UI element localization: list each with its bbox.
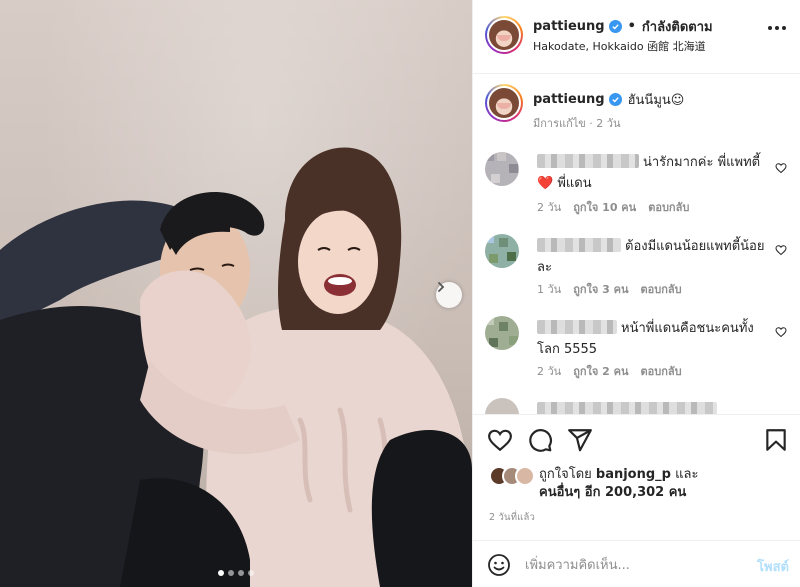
post-side-panel: pattieung • กำลังติดตาม Hakodate, Hokkai…: [472, 0, 800, 587]
comment-body: น่ารักมากค่ะ พี่แพทตี้❤️ พี่แดน: [537, 152, 773, 194]
caption-text: ฮันนีมูน☺: [627, 93, 685, 108]
commenter-avatar[interactable]: [485, 398, 519, 414]
comment-likes[interactable]: ถูกใจ 10 คน: [573, 201, 636, 214]
author-avatar[interactable]: [485, 16, 523, 54]
post-location[interactable]: Hakodate, Hokkaido 函館 北海道: [533, 38, 706, 54]
commenter-username[interactable]: [537, 402, 717, 414]
caption-username[interactable]: pattieung: [533, 92, 605, 107]
ellipsis-icon[interactable]: [768, 26, 786, 30]
commenter-avatar[interactable]: [485, 234, 519, 268]
author-username[interactable]: pattieung: [533, 19, 605, 34]
comment-time[interactable]: 2 วัน: [537, 201, 561, 214]
comment-icon[interactable]: [527, 427, 553, 453]
comment-composer: โพสต์: [473, 540, 800, 587]
heart-icon[interactable]: [775, 162, 787, 174]
paper-plane-icon[interactable]: [567, 427, 593, 453]
post-caption: pattieung ฮันนีมูน☺ มีการแก้ไข · 2 วัน: [473, 74, 800, 144]
comment-input[interactable]: [525, 553, 725, 577]
reply-button[interactable]: ตอบกลับ: [648, 201, 689, 214]
chevron-right-icon: [438, 282, 445, 292]
comment-meta: 1 วัน ถูกใจ 3 คน ตอบกลับ: [537, 280, 694, 298]
reply-button[interactable]: ตอบกลับ: [641, 365, 682, 378]
likes-text: ถูกใจโดย banjong_p และ คนอื่นๆ อีก 200,3…: [539, 466, 698, 502]
carousel-dot: [248, 570, 254, 576]
comment-body: [537, 400, 773, 414]
likes-summary: ถูกใจโดย banjong_p และ คนอื่นๆ อีก 200,3…: [473, 462, 800, 508]
bookmark-icon[interactable]: [763, 427, 789, 453]
heart-icon[interactable]: [775, 244, 787, 256]
comment-time[interactable]: 2 วัน: [537, 365, 561, 378]
commenter-username[interactable]: [537, 154, 639, 168]
separator-dot: •: [627, 19, 636, 34]
commenter-avatar[interactable]: [485, 316, 519, 350]
verified-badge-icon: [608, 20, 622, 33]
heart-icon[interactable]: [775, 326, 787, 338]
comment-body: ต้องมีแดนน้อยแพทตี้น้อยละ: [537, 236, 773, 278]
caption-author-avatar[interactable]: [485, 84, 523, 122]
smiley-icon[interactable]: [487, 553, 511, 577]
commenter-username[interactable]: [537, 238, 621, 252]
author-line: pattieung • กำลังติดตาม: [533, 16, 713, 37]
comment-meta: 2 วัน ถูกใจ 10 คน ตอบกลับ: [537, 198, 701, 216]
carousel-next-button[interactable]: [436, 282, 462, 308]
comment-meta: 2 วัน ถูกใจ 2 คน ตอบกลับ: [537, 362, 694, 380]
comments-list: น่ารักมากค่ะ พี่แพทตี้❤️ พี่แดน 2 วันถูก…: [473, 144, 800, 414]
post-comment-button[interactable]: โพสต์: [757, 556, 789, 577]
likes-and: และ: [675, 467, 699, 482]
photo-illustration: [0, 147, 472, 587]
reply-button[interactable]: ตอบกลับ: [641, 283, 682, 296]
first-liker[interactable]: banjong_p: [596, 467, 671, 482]
carousel-dot: [238, 570, 244, 576]
post-header: pattieung • กำลังติดตาม Hakodate, Hokkai…: [473, 0, 800, 74]
comment-likes[interactable]: ถูกใจ 3 คน: [573, 283, 628, 296]
caption-meta: มีการแก้ไข · 2 วัน: [533, 117, 621, 130]
post-photo[interactable]: [0, 0, 472, 587]
post-timestamp[interactable]: 2 วันที่แล้ว: [489, 510, 535, 525]
carousel-dot: [228, 570, 234, 576]
commenter-avatar[interactable]: [485, 152, 519, 186]
comment-time[interactable]: 1 วัน: [537, 283, 561, 296]
verified-badge-icon: [608, 93, 622, 106]
comment-body: หน้าพี่แดนคือชนะคนทั้งโลก 5555: [537, 318, 773, 360]
liker-avatars: [489, 466, 535, 488]
others-likes-link[interactable]: คนอื่นๆ อีก 200,302 คน: [539, 485, 686, 500]
carousel-dot: [218, 570, 224, 576]
carousel-dots: [0, 570, 472, 576]
comment-likes[interactable]: ถูกใจ 2 คน: [573, 365, 628, 378]
commenter-username[interactable]: [537, 320, 617, 334]
likes-prefix: ถูกใจโดย: [539, 467, 592, 482]
following-button[interactable]: กำลังติดตาม: [642, 16, 713, 37]
post-actions-bar: [473, 414, 800, 464]
heart-icon[interactable]: [487, 427, 513, 453]
